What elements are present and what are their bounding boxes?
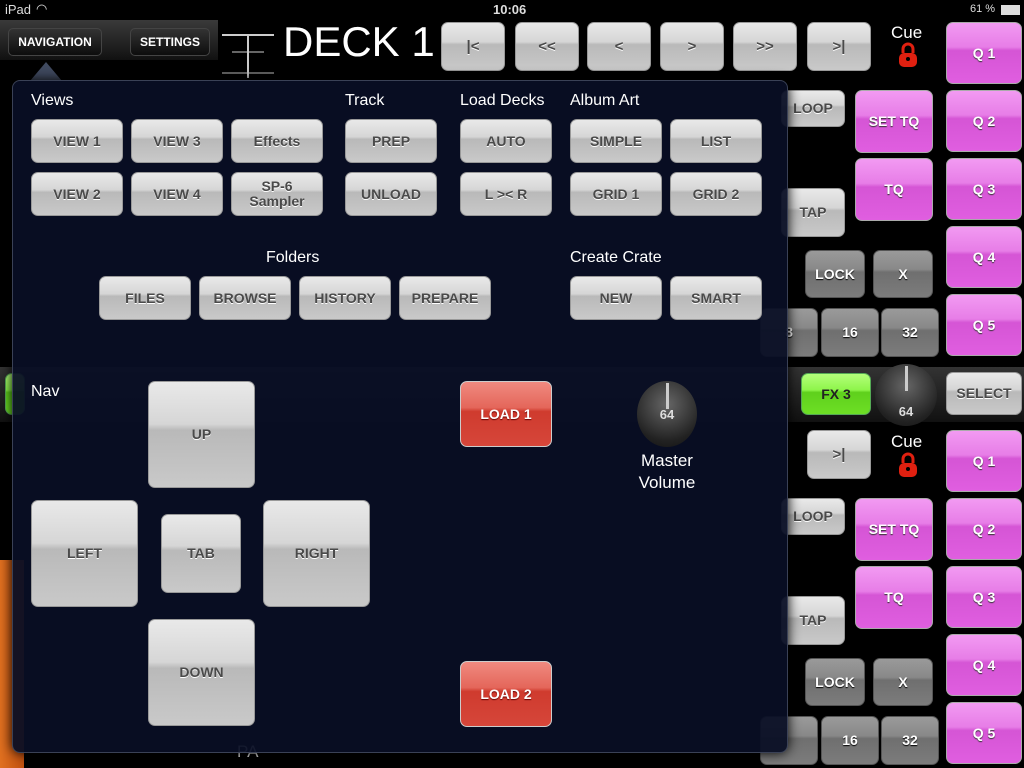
status-bar: iPad ◠ 10:06 61 %: [0, 0, 1024, 20]
list-button[interactable]: LIST: [670, 119, 762, 163]
clock: 10:06: [493, 2, 527, 17]
tab-button[interactable]: TAB: [161, 514, 241, 593]
auto-button[interactable]: AUTO: [460, 119, 552, 163]
deck2-loop-button[interactable]: LOOP: [781, 498, 845, 535]
deck1-title: DECK 1: [283, 18, 435, 65]
prepare-button[interactable]: PREPARE: [399, 276, 491, 320]
q1-button[interactable]: Q 1: [946, 22, 1022, 84]
effects-button[interactable]: Effects: [231, 119, 323, 163]
select-button[interactable]: SELECT: [946, 372, 1022, 415]
transport-end-button[interactable]: >|: [807, 22, 871, 71]
deck2-lock-button[interactable]: LOCK: [805, 658, 865, 706]
lock-button[interactable]: LOCK: [805, 250, 865, 298]
folders-label: Folders: [266, 249, 320, 266]
grid-1-button[interactable]: GRID 1: [570, 172, 662, 216]
battery-icon: [1001, 5, 1020, 15]
transport-fastforward-button[interactable]: >>: [733, 22, 797, 71]
popover-arrow: [30, 62, 62, 81]
deck2-q1-button[interactable]: Q 1: [946, 430, 1022, 492]
view-2-button[interactable]: VIEW 2: [31, 172, 123, 216]
settings-button[interactable]: SETTINGS: [130, 28, 210, 56]
q3-button[interactable]: Q 3: [946, 158, 1022, 220]
master-volume-knob[interactable]: 64: [637, 381, 697, 447]
album-art-label: Album Art: [570, 92, 640, 109]
set-tq-button[interactable]: SET TQ: [855, 90, 933, 153]
deck2-q5-button[interactable]: Q 5: [946, 702, 1022, 764]
nav-label: Nav: [31, 383, 60, 400]
transport-start-button[interactable]: |<: [441, 22, 505, 71]
fx-knob-value: 64: [898, 403, 914, 419]
wifi-icon: ◠: [36, 1, 48, 16]
pitch-fader-icon: [222, 34, 274, 78]
beat-16-button[interactable]: 16: [821, 308, 879, 357]
tq-button[interactable]: TQ: [855, 158, 933, 221]
transport-back-button[interactable]: <: [587, 22, 651, 71]
deck2-set-tq-button[interactable]: SET TQ: [855, 498, 933, 561]
fx-knob[interactable]: 64: [875, 364, 937, 426]
tap-button[interactable]: TAP: [781, 188, 845, 237]
browse-button[interactable]: BROWSE: [199, 276, 291, 320]
transport-forward-button[interactable]: >: [660, 22, 724, 71]
new-crate-button[interactable]: NEW: [570, 276, 662, 320]
deck2-q4-button[interactable]: Q 4: [946, 634, 1022, 696]
right-button[interactable]: RIGHT: [263, 500, 370, 607]
deck2-beat-32-button[interactable]: 32: [881, 716, 939, 765]
swap-decks-button[interactable]: L >< R: [460, 172, 552, 216]
load-1-button[interactable]: LOAD 1: [460, 381, 552, 447]
create-crate-label: Create Crate: [570, 249, 662, 266]
deck2-transport-end-button[interactable]: >|: [807, 430, 871, 479]
loop-button[interactable]: LOOP: [781, 90, 845, 127]
deck2-q2-button[interactable]: Q 2: [946, 498, 1022, 560]
unload-button[interactable]: UNLOAD: [345, 172, 437, 216]
smart-crate-button[interactable]: SMART: [670, 276, 762, 320]
history-button[interactable]: HISTORY: [299, 276, 391, 320]
navigation-button[interactable]: NAVIGATION: [8, 28, 102, 56]
cue-label: Cue: [891, 23, 923, 42]
x-button[interactable]: X: [873, 250, 933, 298]
deck2-tq-button[interactable]: TQ: [855, 566, 933, 629]
deck2-cue-label: Cue: [891, 432, 923, 451]
views-label: Views: [31, 92, 74, 109]
master-label: Master: [641, 451, 693, 470]
prep-button[interactable]: PREP: [345, 119, 437, 163]
load-2-button[interactable]: LOAD 2: [460, 661, 552, 727]
device-name: iPad: [5, 2, 32, 17]
lock-icon[interactable]: [898, 42, 918, 68]
deck2-lock-icon[interactable]: [898, 452, 918, 478]
view-3-button[interactable]: VIEW 3: [131, 119, 223, 163]
up-button[interactable]: UP: [148, 381, 255, 488]
deck2-q3-button[interactable]: Q 3: [946, 566, 1022, 628]
track-label: Track: [345, 92, 385, 109]
deck2-beat-16-button[interactable]: 16: [821, 716, 879, 765]
transport-rewind-button[interactable]: <<: [515, 22, 579, 71]
left-button[interactable]: LEFT: [31, 500, 138, 607]
battery-text: 61 %: [970, 3, 996, 15]
master-volume-value: 64: [659, 406, 675, 422]
deck2-tap-button[interactable]: TAP: [781, 596, 845, 645]
q2-button[interactable]: Q 2: [946, 90, 1022, 152]
files-button[interactable]: FILES: [99, 276, 191, 320]
grid-2-button[interactable]: GRID 2: [670, 172, 762, 216]
q4-button[interactable]: Q 4: [946, 226, 1022, 288]
beat-32-button[interactable]: 32: [881, 308, 939, 357]
view-4-button[interactable]: VIEW 4: [131, 172, 223, 216]
fx3-button[interactable]: FX 3: [801, 373, 871, 415]
q5-button[interactable]: Q 5: [946, 294, 1022, 356]
top-toolbar: NAVIGATION SETTINGS: [0, 20, 218, 60]
simple-button[interactable]: SIMPLE: [570, 119, 662, 163]
volume-label: Volume: [638, 473, 696, 492]
sp6-sampler-button[interactable]: SP-6 Sampler: [231, 172, 323, 216]
down-button[interactable]: DOWN: [148, 619, 255, 726]
deck2-x-button[interactable]: X: [873, 658, 933, 706]
view-1-button[interactable]: VIEW 1: [31, 119, 123, 163]
load-decks-label: Load Decks: [460, 92, 545, 109]
